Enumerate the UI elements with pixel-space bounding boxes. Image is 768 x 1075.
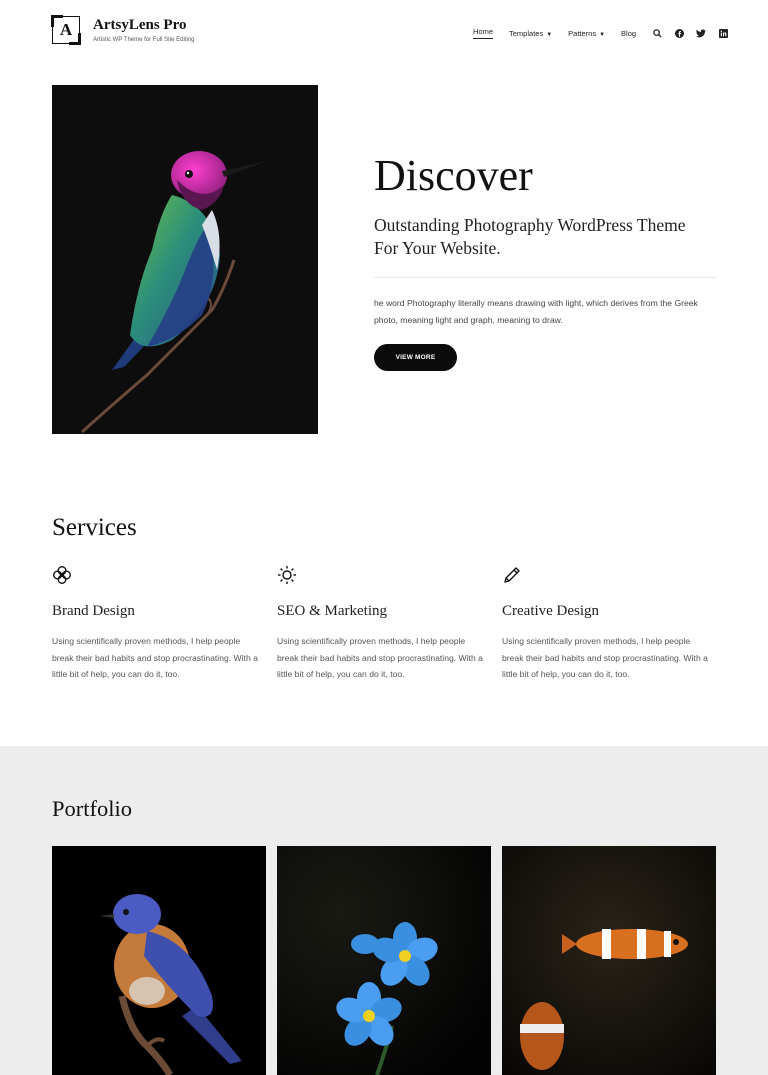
service-brand-design: Brand Design Using scientifically proven… [52,565,264,683]
service-seo-marketing: SEO & Marketing Using scientifically pro… [277,565,489,683]
twitter-icon[interactable] [696,28,707,38]
service-description: Using scientifically proven methods, I h… [52,636,258,680]
logo-letter: A [59,20,73,39]
nav-item-templates[interactable]: Templates ▼ [509,29,552,38]
site-header: A ArtsyLens Pro Artistic WP Theme for Fu… [0,0,768,64]
service-creative-design: Creative Design Using scientifically pro… [502,565,714,683]
site-logo[interactable]: A [51,15,81,45]
nav-item-patterns-label: Patterns [568,28,597,38]
hero-divider [374,277,717,278]
service-name: Creative Design [502,603,600,619]
hero-title: Discover [374,151,533,200]
service-description: Using scientifically proven methods, I h… [277,636,483,680]
hero-subtitle: Outstanding Photography WordPress Theme … [374,215,686,258]
site-title[interactable]: ArtsyLens Pro [93,17,186,34]
nav-item-patterns[interactable]: Patterns ▼ [568,29,605,38]
portfolio-section: Portfolio [0,746,768,1075]
services-title: Services [52,514,137,541]
nav-item-blog[interactable]: Blog [621,29,636,38]
site-tagline: Artistic WP Theme for Full Site Editing [93,37,195,43]
portfolio-title: Portfolio [52,796,133,821]
nav-item-home[interactable]: Home [473,27,494,39]
view-more-button[interactable]: VIEW MORE [374,344,457,371]
service-description: Using scientifically proven methods, I h… [502,636,708,680]
portfolio-item-flowers[interactable] [277,846,491,1075]
chevron-down-icon: ▼ [546,31,553,38]
sun-icon [277,565,299,587]
hero-hummingbird-image [52,85,318,434]
flower-icon [52,565,74,587]
main-nav: Home Templates ▼ Patterns ▼ Blog [473,27,740,39]
pencil-icon [502,565,524,587]
facebook-icon[interactable] [674,28,684,38]
service-name: SEO & Marketing [277,603,387,619]
portfolio-item-bluebird[interactable] [52,846,266,1075]
portfolio-item-clownfish[interactable] [502,846,716,1075]
hero-description: he word Photography literally means draw… [374,298,698,325]
chevron-down-icon: ▼ [599,31,606,38]
service-name: Brand Design [52,603,135,619]
search-icon[interactable] [652,28,662,38]
linkedin-icon[interactable] [718,28,728,38]
nav-item-templates-label: Templates [509,28,544,38]
